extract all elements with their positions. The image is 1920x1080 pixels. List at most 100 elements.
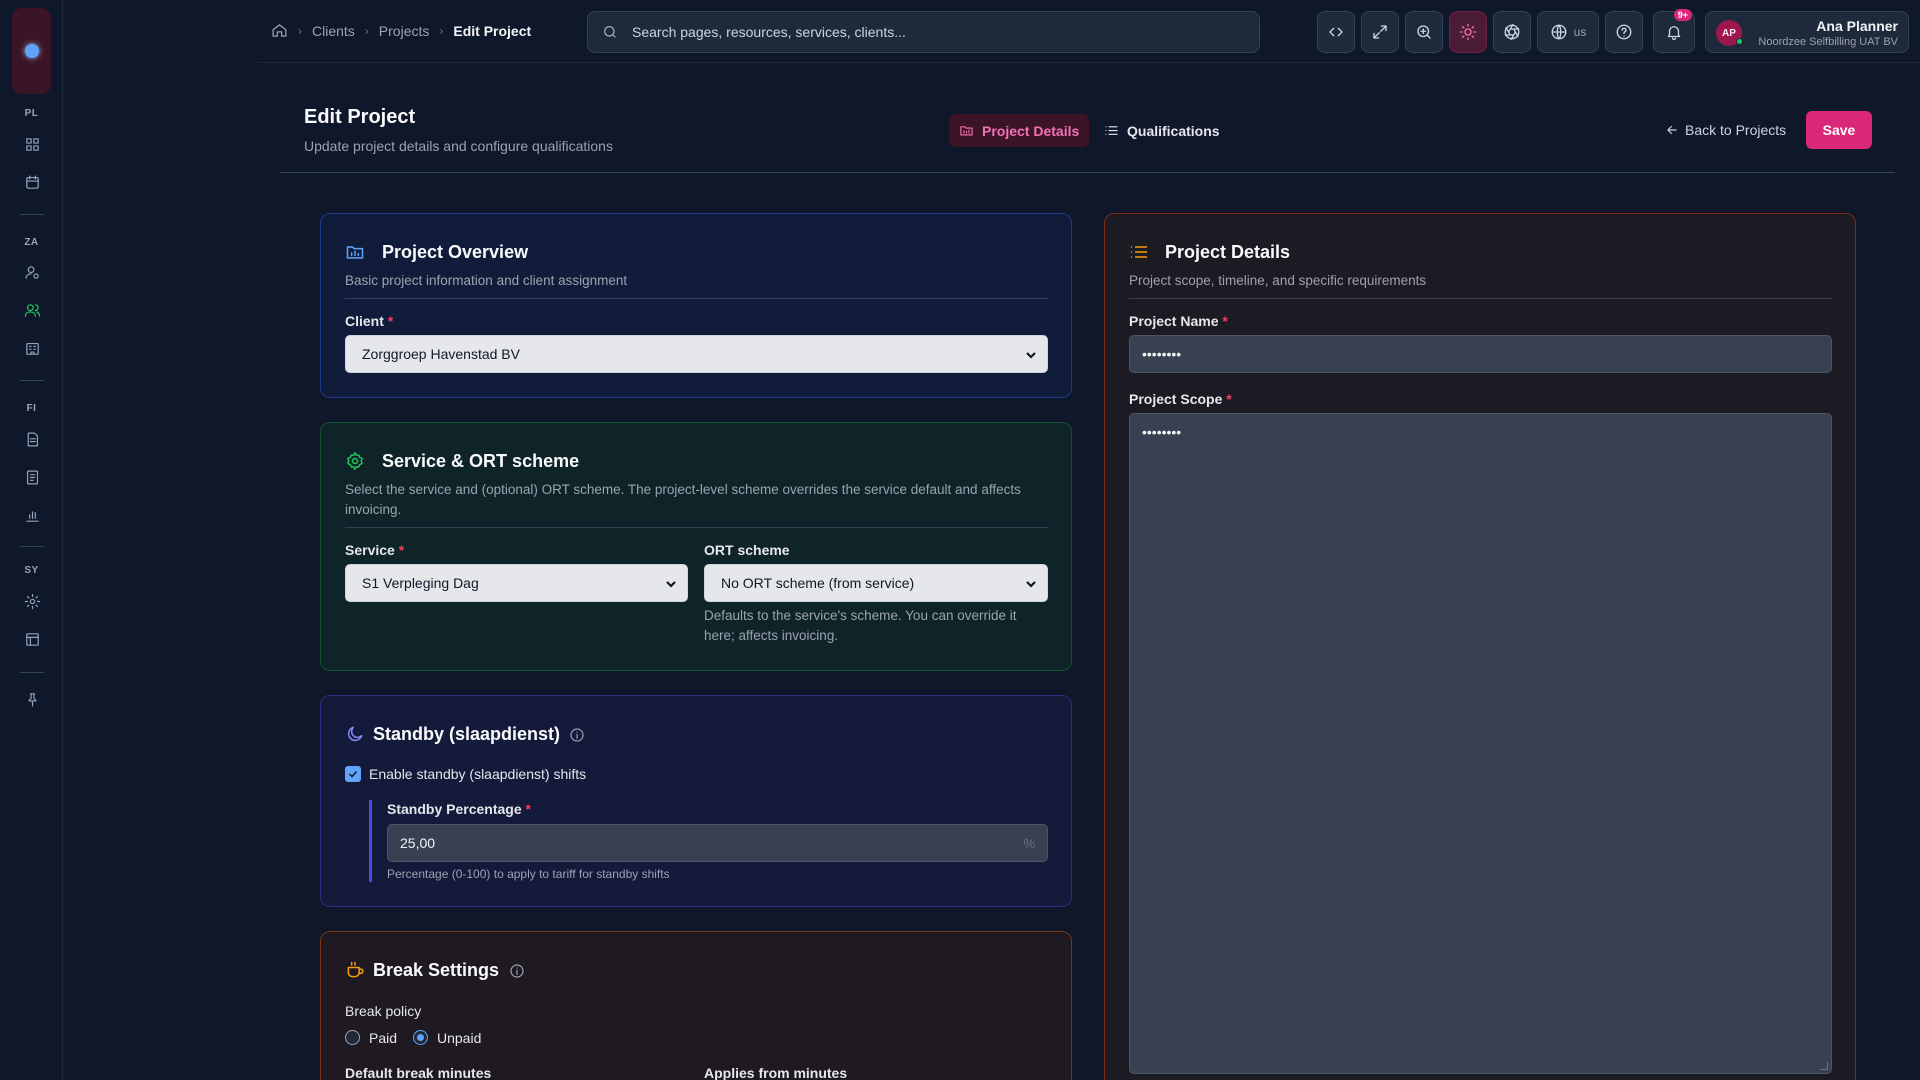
page-title: Edit Project [304,106,416,128]
aperture-icon [1504,23,1520,41]
details-title: Project Details [1165,242,1291,262]
topbar: › Clients › Projects › Edit Project us 9… [257,0,1920,63]
overview-title: Project Overview [382,242,529,262]
project-scope-label: Project Scope * [1129,391,1232,407]
zoom-in-icon [1417,25,1431,39]
chevron-right-icon: › [298,23,302,38]
help-icon [1616,24,1632,40]
ort-help: Defaults to the service's scheme. You ca… [704,608,1017,643]
chevron-right-icon: › [439,23,444,38]
service-subtitle: Select the service and (optional) ORT sc… [345,482,1021,517]
collapse-button[interactable] [1317,11,1355,53]
tab-project-details[interactable]: Project Details [949,114,1090,147]
search-bar[interactable] [587,11,1260,53]
avatar: AP [1716,20,1743,46]
list-icon [1130,246,1148,258]
language-button[interactable]: us [1537,11,1599,53]
list-icon [1105,126,1118,135]
radio-unpaid[interactable] [413,1030,428,1045]
project-name-input[interactable]: •••••••• [1129,335,1832,373]
chart-icon[interactable] [18,501,46,529]
percent-suffix: % [1023,836,1035,851]
standby-checkbox[interactable] [345,766,361,782]
document-icon[interactable] [18,425,46,453]
table-icon[interactable] [18,625,46,653]
client-label: Client * [345,313,394,329]
project-scope-textarea[interactable]: •••••••• [1129,413,1832,1074]
chevron-right-icon: › [364,23,369,38]
app-logo[interactable] [12,8,51,94]
theme-toggle-button[interactable] [1449,11,1487,53]
fullscreen-button[interactable] [1361,11,1399,53]
aperture-button[interactable] [1493,11,1531,53]
building-icon[interactable] [18,334,46,362]
chevron-down-icon [1026,581,1036,588]
details-subtitle: Project scope, timeline, and specific re… [1129,273,1427,288]
gear-icon[interactable] [18,587,46,615]
help-button[interactable] [1605,11,1643,53]
moon-icon [347,726,363,742]
zoom-button[interactable] [1405,11,1443,53]
radio-paid-label[interactable]: Paid [369,1030,397,1046]
section-pl: PL [24,108,39,119]
breadcrumb-clients[interactable]: Clients [312,23,355,39]
client-select[interactable]: Zorggroep Havenstad BV [345,335,1048,373]
calendar-icon[interactable] [18,168,46,196]
standby-card: Standby (slaapdienst) Enable standby (sl… [320,695,1072,907]
resize-handle[interactable] [1820,1062,1828,1070]
info-icon[interactable] [569,727,585,743]
tab-qualifications[interactable]: Qualifications [1094,114,1230,147]
default-break-label: Default break minutes [345,1065,492,1080]
gear-icon [347,451,363,471]
header-divider [280,172,1895,173]
radio-paid[interactable] [345,1030,360,1045]
standby-title: Standby (slaapdienst) [373,724,561,744]
home-icon[interactable] [271,22,288,39]
breadcrumb: › Clients › Projects › Edit Project [271,22,531,39]
info-icon[interactable] [509,963,525,979]
invoice-icon[interactable] [18,463,46,491]
save-button[interactable]: Save [1806,111,1872,149]
standby-checkbox-label[interactable]: Enable standby (slaapdienst) shifts [369,766,586,782]
notifications-button[interactable]: 9+ [1653,9,1695,53]
standby-pct-help: Percentage (0-100) to apply to tariff fo… [387,867,670,881]
section-fi: FI [26,403,37,414]
arrow-left-icon [1667,125,1677,135]
bell-icon [1667,26,1681,41]
users-icon[interactable] [18,296,46,324]
break-settings-card: Break Settings Break policy Paid Unpaid … [320,931,1072,1080]
ort-select[interactable]: No ORT scheme (from service) [704,564,1048,602]
service-select[interactable]: S1 Verpleging Dag [345,564,688,602]
user-settings-icon[interactable] [18,258,46,286]
search-icon [604,26,616,38]
language-code: us [1573,25,1587,39]
sun-icon [1459,23,1477,41]
dashboard-icon[interactable] [18,130,46,158]
section-za: ZA [24,237,39,248]
standby-pct-input[interactable]: 25,00 % [387,824,1048,862]
breadcrumb-projects[interactable]: Projects [379,23,430,39]
user-name: Ana Planner [1816,18,1898,34]
user-org: Noordzee Selfbilling UAT BV [1758,36,1898,48]
check-icon [348,770,358,778]
folder-chart-icon [346,246,364,259]
globe-icon [1551,24,1567,40]
chevron-down-icon [666,581,676,588]
code-collapse-icon [1329,27,1343,37]
back-to-projects-link[interactable]: Back to Projects [1665,122,1786,138]
standby-indent-bar [369,800,372,882]
service-title: Service & ORT scheme [382,451,580,471]
user-menu[interactable]: AP Ana Planner Noordzee Selfbilling UAT … [1705,11,1909,53]
project-overview-card: Project Overview Basic project informati… [320,213,1072,398]
chevron-down-icon [1026,352,1036,359]
ort-label: ORT scheme [704,542,790,558]
project-name-label: Project Name * [1129,313,1228,329]
service-ort-card: Service & ORT scheme Select the service … [320,422,1072,671]
folder-icon [960,126,973,136]
section-sy: SY [24,565,39,576]
standby-pct-label: Standby Percentage * [387,801,531,817]
notification-badge: 9+ [1673,9,1692,21]
radio-unpaid-label[interactable]: Unpaid [437,1030,481,1046]
search-input[interactable] [632,24,1232,40]
pin-icon[interactable] [18,685,46,713]
